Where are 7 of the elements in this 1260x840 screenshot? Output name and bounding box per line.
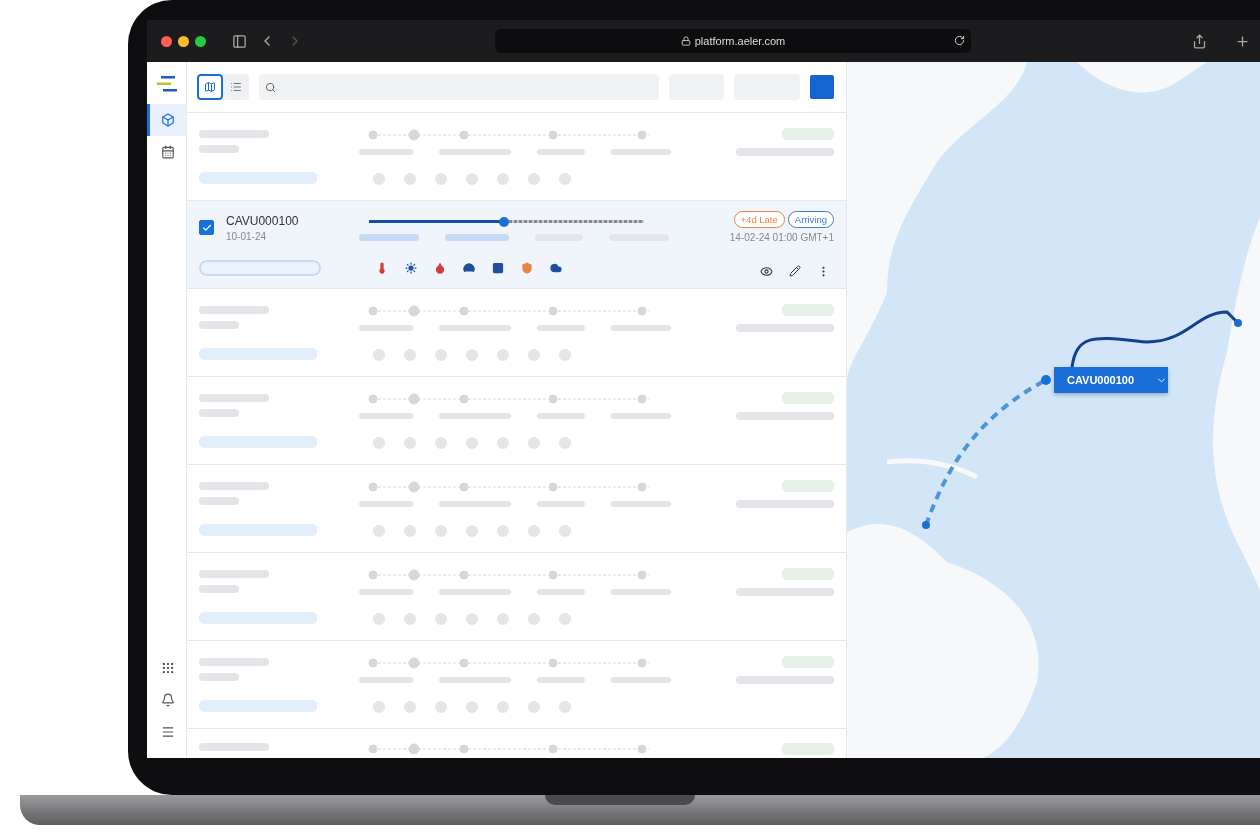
container-id: CAVU000100	[226, 213, 299, 228]
address-bar[interactable]: platform.aeler.com	[495, 29, 971, 53]
arrival-time: 14-02-24 01:00 GMT+1	[729, 232, 834, 243]
status-badge: Arriving	[787, 211, 834, 228]
shipment-map-label[interactable]: CAVU000100	[1054, 367, 1168, 393]
shipment-date: 10-01-24	[226, 230, 267, 242]
status-badge: +4d Late	[733, 211, 785, 228]
